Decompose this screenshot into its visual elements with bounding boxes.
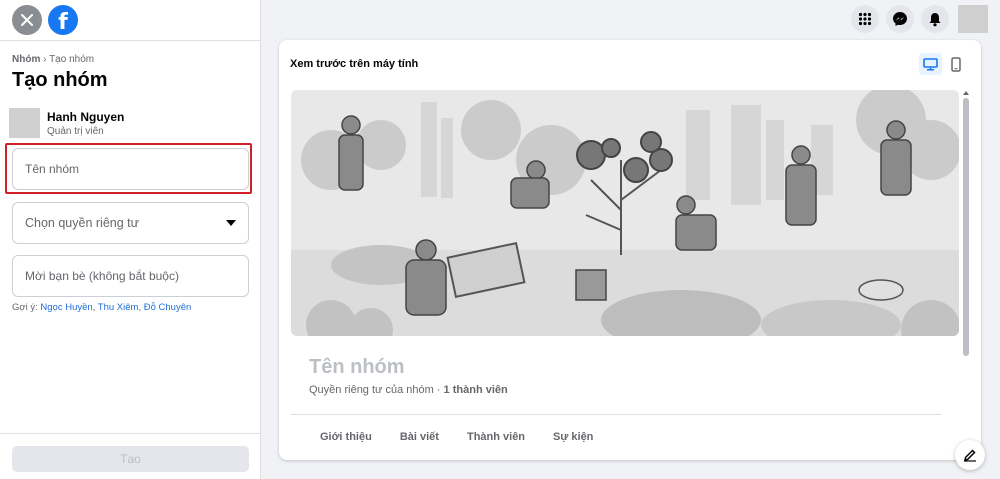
separator-dot: · xyxy=(433,384,444,396)
menu-grid-icon xyxy=(858,12,872,26)
gardening-people-illustration xyxy=(291,90,959,336)
tab-posts[interactable]: Bài viết xyxy=(386,431,453,443)
facebook-logo[interactable]: f xyxy=(48,5,78,35)
close-icon xyxy=(21,14,33,26)
breadcrumb-groups-link[interactable]: Nhóm xyxy=(12,54,40,65)
notifications-bell-icon xyxy=(929,12,941,26)
group-cover-illustration xyxy=(291,90,959,336)
suggested-friend[interactable]: Ngọc Huyền xyxy=(40,302,92,313)
divider xyxy=(0,433,260,434)
dropdown-caret-icon xyxy=(226,220,236,226)
friend-suggestions: Gợi ý: Ngọc Huyền, Thu Xiêm, Đỗ Chuyên xyxy=(12,302,191,313)
preview-group-meta: Quyền riêng tư của nhóm · 1 thành viên xyxy=(309,384,508,396)
menu-button[interactable] xyxy=(851,5,879,33)
page-title: Tạo nhóm xyxy=(12,69,108,91)
preview-scrollbar[interactable] xyxy=(962,90,970,460)
group-name-input[interactable]: Tên nhóm xyxy=(12,148,249,190)
messenger-icon xyxy=(893,12,907,26)
member-count: 1 thành viên xyxy=(443,384,508,396)
admin-role: Quản trị viên xyxy=(47,125,104,137)
privacy-text: Quyền riêng tư của nhóm xyxy=(309,384,434,396)
breadcrumb: Nhóm › Tạo nhóm xyxy=(0,54,260,65)
admin-info: Hanh Nguyen Quản trị viên xyxy=(0,108,260,138)
suggested-friend[interactable]: Đỗ Chuyên xyxy=(144,302,192,313)
sidebar-top-bar: f xyxy=(0,0,260,40)
create-group-sidebar: f Nhóm › Tạo nhóm Tạo nhóm Hanh Nguyen Q… xyxy=(0,0,261,479)
desktop-preview-card: Xem trước trên máy tính Tên nhóm Quyền r… xyxy=(279,40,981,460)
preview-title: Xem trước trên máy tính xyxy=(290,58,419,70)
notifications-button[interactable] xyxy=(921,5,949,33)
close-button[interactable] xyxy=(12,5,42,35)
tab-events[interactable]: Sự kiện xyxy=(539,431,607,443)
privacy-select[interactable]: Chọn quyền riêng tư xyxy=(12,202,249,244)
tab-members[interactable]: Thành viên xyxy=(453,431,539,443)
create-button[interactable]: Tạo xyxy=(12,446,249,472)
breadcrumb-current: Tạo nhóm xyxy=(49,54,95,65)
divider xyxy=(0,40,260,41)
desktop-preview-toggle[interactable] xyxy=(919,53,942,75)
profile-avatar[interactable] xyxy=(958,5,988,33)
privacy-select-label: Chọn quyền riêng tư xyxy=(25,216,139,230)
breadcrumb-separator: › xyxy=(43,54,47,65)
header-actions xyxy=(851,5,988,33)
new-message-button[interactable] xyxy=(955,440,985,470)
tab-about[interactable]: Giới thiệu xyxy=(291,431,386,443)
avatar[interactable] xyxy=(9,108,40,138)
mobile-icon xyxy=(951,56,961,72)
compose-icon xyxy=(963,449,976,462)
group-name-placeholder: Tên nhóm xyxy=(25,162,80,176)
scroll-up-icon xyxy=(963,91,969,95)
divider xyxy=(291,414,941,415)
scrollbar-thumb[interactable] xyxy=(963,98,969,356)
preview-tabs: Giới thiệu Bài viết Thành viên Sự kiện xyxy=(291,431,607,443)
mobile-preview-toggle[interactable] xyxy=(948,53,964,75)
desktop-icon xyxy=(923,57,938,70)
preview-group-name: Tên nhóm xyxy=(309,356,405,378)
invite-friends-input[interactable]: Mời bạn bè (không bắt buộc) xyxy=(12,255,249,297)
invite-friends-placeholder: Mời bạn bè (không bắt buộc) xyxy=(25,269,179,283)
suggestions-prefix: Gợi ý: xyxy=(12,302,38,313)
messenger-button[interactable] xyxy=(886,5,914,33)
suggested-friend[interactable]: Thu Xiêm xyxy=(98,302,139,313)
admin-name[interactable]: Hanh Nguyen xyxy=(47,110,124,124)
